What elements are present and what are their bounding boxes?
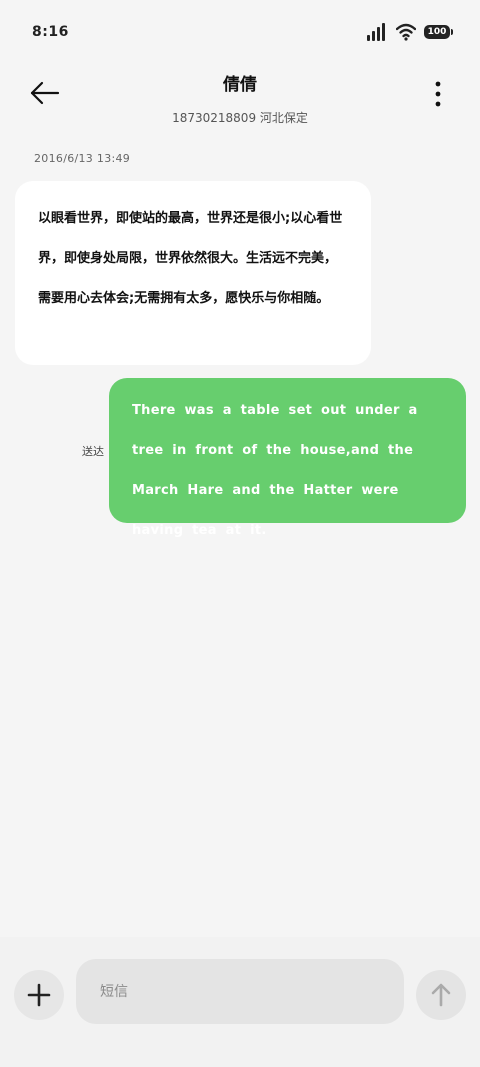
message-timestamp: 2016/6/13 13:49 — [34, 152, 131, 165]
status-icons: 100 — [366, 23, 453, 41]
more-options-button[interactable] — [432, 80, 444, 110]
status-bar: 8:16 100 — [0, 0, 480, 64]
status-time: 8:16 — [32, 24, 69, 40]
more-vertical-icon — [432, 80, 444, 110]
contact-number-location: 18730218809 河北保定 — [172, 111, 308, 125]
conversation-header: 倩倩 18730218809 河北保定 — [0, 64, 480, 134]
outgoing-message-bubble[interactable]: There was a table set out under a tree i… — [109, 378, 466, 538]
battery-icon: 100 — [424, 25, 453, 39]
send-button[interactable] — [416, 970, 466, 1020]
signal-icon — [366, 23, 388, 41]
arrow-up-icon — [416, 970, 466, 1020]
wifi-icon — [396, 23, 416, 41]
incoming-message-bubble[interactable]: 以眼看世界，即使站的最高，世界还是很小;以心看世界，即使身处局限，世界依然很大。… — [15, 181, 371, 365]
delivery-status: 送达 — [82, 445, 104, 458]
sms-input[interactable] — [76, 959, 404, 1024]
contact-name: 倩倩 — [223, 75, 257, 95]
add-attachment-button[interactable] — [14, 970, 64, 1020]
plus-icon — [14, 970, 64, 1020]
